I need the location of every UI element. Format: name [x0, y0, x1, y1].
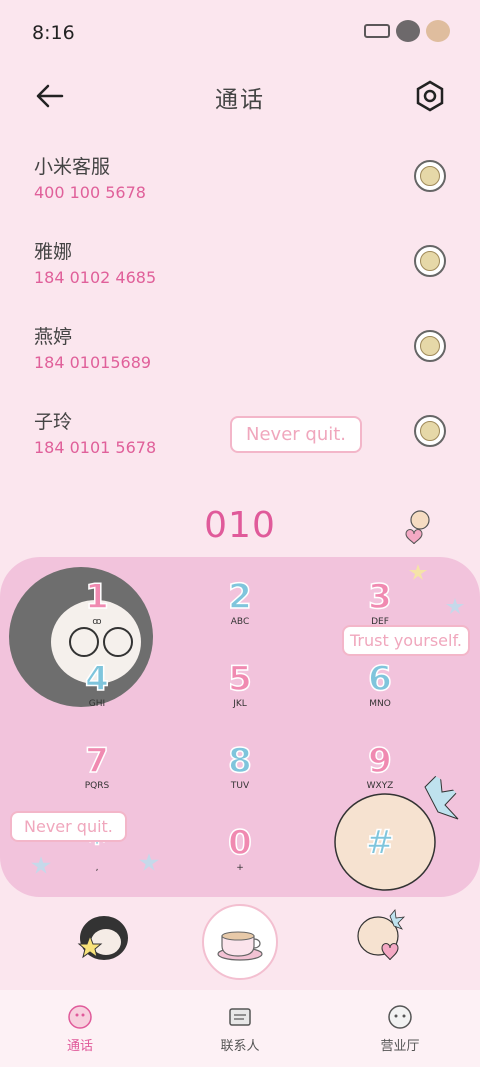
cartoon-left-button[interactable] — [72, 908, 132, 968]
key-letters: WXYZ — [366, 781, 394, 791]
delete-button[interactable] — [400, 508, 440, 546]
key-digit: 5 — [227, 658, 252, 700]
contact-number: 400 100 5678 — [34, 183, 146, 202]
contact-row[interactable]: 燕婷 184 01015689 — [0, 310, 480, 395]
teacup-icon — [420, 336, 440, 356]
contact-name: 燕婷 — [34, 326, 73, 348]
nav-item-calls[interactable]: 通话 — [20, 1003, 140, 1054]
key-8[interactable]: 8 TUV — [185, 721, 295, 799]
key-digit: 9 — [367, 740, 392, 782]
teacup-call-icon — [217, 931, 263, 961]
dialpad: 1 ꝏ 2 ABC 3 DEF 4 GHI 5 JKL 6 MNO 7 PQRS… — [0, 557, 480, 897]
speech-bubble-top: Never quit. — [230, 416, 363, 453]
contact-call-button[interactable] — [414, 245, 446, 277]
contact-call-button[interactable] — [414, 160, 446, 192]
cartoon-right-button[interactable] — [350, 908, 410, 968]
key-letters: ꝏ — [92, 617, 102, 627]
nav-item-contacts[interactable]: 联系人 — [180, 1003, 300, 1054]
key-digit: # — [365, 822, 395, 864]
key-4[interactable]: 4 GHI — [42, 639, 152, 717]
status-bar: 8:16 — [0, 0, 480, 68]
status-icons — [364, 20, 450, 42]
nav-label: 营业厅 — [380, 1039, 420, 1054]
header: 通话 — [0, 68, 480, 124]
key-letters: JKL — [233, 699, 247, 709]
teacup-icon — [420, 421, 440, 441]
key-1[interactable]: 1 ꝏ — [42, 557, 152, 635]
contact-number: 184 0102 4685 — [34, 268, 157, 287]
status-time: 8:16 — [32, 22, 75, 44]
nav-label: 联系人 — [220, 1039, 260, 1054]
key-letters: TUV — [230, 781, 250, 791]
key-letters: ABC — [230, 617, 250, 627]
nav-item-store[interactable]: 营业厅 — [340, 1003, 460, 1054]
nav-label: 通话 — [66, 1039, 93, 1054]
key-letters: GHI — [88, 699, 106, 709]
key-digit: 8 — [227, 740, 252, 782]
speech-bubble-middle: Trust yourself. — [342, 625, 470, 656]
key-9[interactable]: 9 WXYZ — [325, 721, 435, 799]
contact-number: 184 01015689 — [34, 353, 152, 372]
key-3[interactable]: 3 DEF — [325, 557, 435, 635]
page-title: 通话 — [215, 87, 265, 113]
contact-name: 小米客服 — [34, 156, 111, 178]
key-0[interactable]: 0 + — [185, 803, 295, 881]
contact-call-button[interactable] — [414, 415, 446, 447]
teacup-icon — [420, 166, 440, 186]
hexagon-settings-icon — [416, 80, 444, 112]
key-letters: PQRS — [84, 781, 110, 791]
contact-row[interactable]: 雅娜 184 0102 4685 — [0, 225, 480, 310]
key-digit: 2 — [227, 576, 252, 618]
key-digit: 7 — [84, 740, 109, 782]
key-letters: , — [95, 863, 99, 873]
contact-name: 雅娜 — [34, 241, 73, 263]
cartoon-status-icon — [396, 20, 420, 42]
key-7[interactable]: 7 PQRS — [42, 721, 152, 799]
teacup-icon — [420, 251, 440, 271]
contact-row[interactable]: 小米客服 400 100 5678 — [0, 140, 480, 225]
key-letters: + — [236, 863, 244, 873]
key-letters: MNO — [369, 699, 391, 709]
contact-call-button[interactable] — [414, 330, 446, 362]
key-digit: 3 — [367, 576, 392, 618]
call-button[interactable] — [202, 904, 278, 980]
key-digit: 0 — [227, 822, 252, 864]
cartoon-girl-star-icon — [77, 916, 128, 960]
battery-icon — [364, 24, 390, 38]
cartoon-boy-heart-icon — [357, 909, 406, 961]
cartoon-avatar-status-icon — [426, 20, 450, 42]
dial-action-row — [0, 900, 480, 980]
key-digit: 4 — [84, 658, 109, 700]
key-2[interactable]: 2 ABC — [185, 557, 295, 635]
store-cartoon-icon — [388, 1005, 412, 1029]
key-hash[interactable]: # — [325, 803, 435, 881]
key-digit: 1 — [84, 576, 109, 618]
key-5[interactable]: 5 JKL — [185, 639, 295, 717]
key-digit: 6 — [367, 658, 392, 700]
speech-bubble-bottom: Never quit. — [10, 811, 127, 842]
heart-cartoon-delete-icon — [405, 510, 430, 545]
settings-button[interactable] — [410, 76, 450, 116]
star-icon — [446, 598, 464, 614]
contacts-cartoon-icon — [229, 1008, 251, 1026]
phone-cartoon-icon — [68, 1005, 92, 1029]
bottom-navigation: 通话 联系人 营业厅 — [0, 990, 480, 1067]
